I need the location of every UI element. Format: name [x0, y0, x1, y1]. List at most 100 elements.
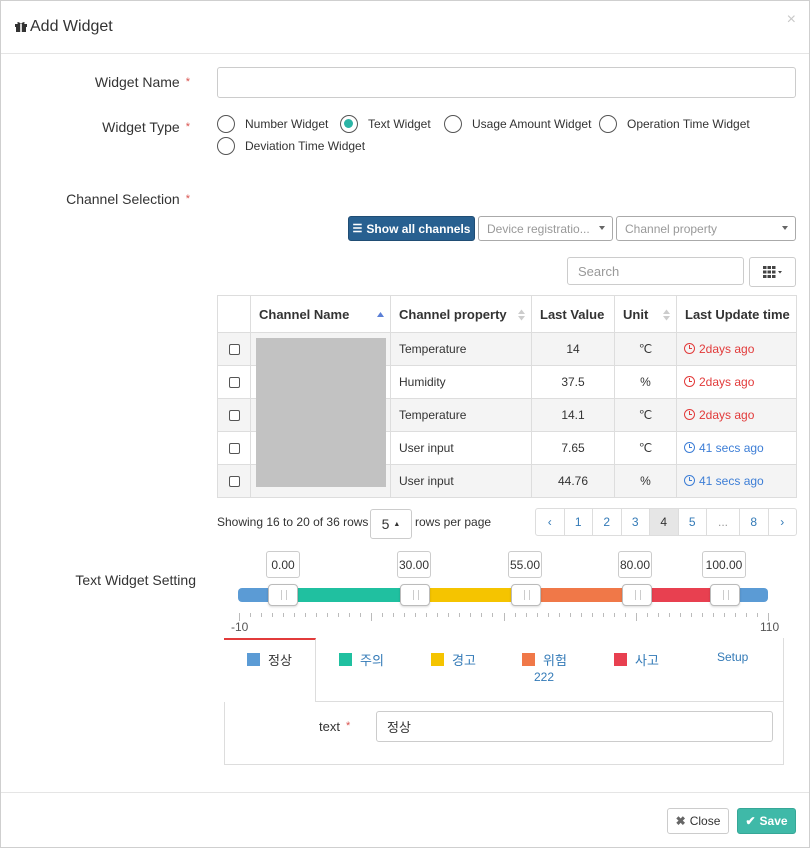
slider-handle-2[interactable] [400, 584, 430, 606]
row-checkbox-cell[interactable] [217, 365, 251, 399]
updated-text: 41 secs ago [699, 441, 764, 455]
radio-usage-amount-widget[interactable]: Usage Amount Widget [444, 115, 591, 133]
slider-max-label: 110 [760, 620, 780, 634]
slider-segment-normal-left [238, 588, 268, 602]
dialog-title-wrap: Add Widget [15, 18, 113, 38]
page-4[interactable]: 4 [649, 508, 679, 536]
updated-text: 2days ago [699, 375, 755, 389]
row-checkbox[interactable] [228, 376, 240, 388]
header-unit[interactable]: Unit [614, 295, 677, 333]
columns-toggle-button[interactable] [749, 257, 796, 287]
slider-handle-5[interactable] [710, 584, 740, 606]
tab-level-accident[interactable]: 사고 [614, 650, 659, 669]
row-checkbox[interactable] [228, 343, 240, 355]
dialog-title: Add Widget [30, 18, 113, 35]
tab-level-danger[interactable]: 위험 [522, 650, 567, 669]
header-last-value[interactable]: Last Value [531, 295, 615, 333]
page-5[interactable]: 5 [677, 508, 707, 536]
channel-selection-label: Channel Selection * [66, 191, 190, 207]
check-icon: ✔ [745, 814, 756, 828]
slider-tick [569, 613, 571, 617]
caret-up-icon: ▲ [393, 520, 401, 528]
search-input[interactable]: Search [567, 257, 744, 285]
slider-tick [470, 613, 472, 617]
row-checkbox-cell[interactable] [217, 464, 251, 498]
row-checkbox[interactable] [228, 442, 240, 454]
channel-property-select[interactable]: Channel property [616, 216, 796, 241]
text-field-label: text * [319, 719, 350, 734]
slider-tick [591, 613, 593, 617]
page-3[interactable]: 3 [620, 508, 650, 536]
slider-tick [415, 613, 417, 617]
value-cell: 14 [531, 332, 615, 366]
updated-text: 2days ago [699, 342, 755, 356]
tab-level-danger-sub[interactable]: 222 [534, 670, 554, 684]
header-channel-name[interactable]: Channel Name [250, 295, 391, 333]
header-channel-property[interactable]: Channel property [390, 295, 532, 333]
row-checkbox[interactable] [228, 475, 240, 487]
footer-divider [1, 792, 809, 793]
slider-handle-4[interactable] [622, 584, 652, 606]
property-select-value: Channel property [625, 221, 718, 236]
slider-tick [613, 613, 615, 617]
radio-number-widget[interactable]: Number Widget [217, 115, 328, 133]
slider-tick [756, 613, 758, 617]
updated-cell: 2days ago [676, 365, 797, 399]
radio-deviation-time-widget[interactable]: Deviation Time Widget [217, 137, 365, 155]
header-label: Channel Name [259, 306, 350, 322]
radio-circle [599, 115, 617, 133]
tab-level-caution[interactable]: 주의 [339, 650, 384, 669]
slider-tick [382, 613, 384, 617]
slider-tick [250, 613, 252, 617]
updated-text: 41 secs ago [699, 474, 764, 488]
slider-tick [712, 613, 714, 617]
row-checkbox[interactable] [228, 409, 240, 421]
radio-circle [217, 137, 235, 155]
slider-handle-3[interactable] [511, 584, 541, 606]
updated-text: 2days ago [699, 408, 755, 422]
page-next[interactable]: › [767, 508, 797, 536]
radio-circle [217, 115, 235, 133]
row-checkbox-cell[interactable] [217, 332, 251, 366]
setup-link[interactable]: Setup [717, 650, 748, 664]
row-checkbox-cell[interactable] [217, 431, 251, 465]
slider-tick [272, 613, 274, 617]
text-input[interactable]: 정상 [376, 711, 773, 742]
property-cell: User input [390, 464, 532, 498]
value-cell: 7.65 [531, 431, 615, 465]
radio-operation-time-widget[interactable]: Operation Time Widget [599, 115, 750, 133]
page-ellipsis: ... [706, 508, 740, 536]
widget-name-input[interactable] [217, 67, 796, 98]
slider-tick [624, 613, 626, 617]
page-prev[interactable]: ‹ [535, 508, 565, 536]
widget-type-label: Widget Type * [102, 119, 190, 135]
tab-label: 사고 [635, 653, 659, 668]
tab-level-normal[interactable]: 정상 [247, 650, 292, 669]
radio-text-widget[interactable]: Text Widget [340, 115, 431, 133]
close-icon[interactable]: × [787, 11, 796, 29]
page-2[interactable]: 2 [592, 508, 622, 536]
page-size-dropdown[interactable]: 5 ▲ [370, 509, 412, 539]
device-registration-select[interactable]: Device registratio... [478, 216, 613, 241]
slider-segment-danger [525, 588, 636, 602]
header-label: Last Update time [685, 306, 790, 322]
row-checkbox-cell[interactable] [217, 398, 251, 432]
widget-name-label: Widget Name * [95, 74, 190, 90]
tab-divider [315, 701, 784, 702]
show-all-channels-button[interactable]: ☰ Show all channels [348, 216, 475, 241]
close-button[interactable]: ✖ Close [667, 808, 729, 834]
slider-tick [646, 613, 648, 617]
page-1[interactable]: 1 [563, 508, 593, 536]
value-cell: 37.5 [531, 365, 615, 399]
save-button[interactable]: ✔ Save [737, 808, 796, 834]
page-8[interactable]: 8 [739, 508, 769, 536]
slider-handle-1[interactable] [268, 584, 298, 606]
updated-cell: 2days ago [676, 332, 797, 366]
header-last-update-time[interactable]: Last Update time [676, 295, 797, 333]
tab-level-warning[interactable]: 경고 [431, 650, 476, 669]
grid-icon [762, 266, 782, 278]
chevron-down-icon [782, 226, 788, 230]
color-swatch [431, 653, 444, 666]
unit-cell: ℃ [614, 431, 677, 465]
slider-tick [679, 613, 681, 617]
